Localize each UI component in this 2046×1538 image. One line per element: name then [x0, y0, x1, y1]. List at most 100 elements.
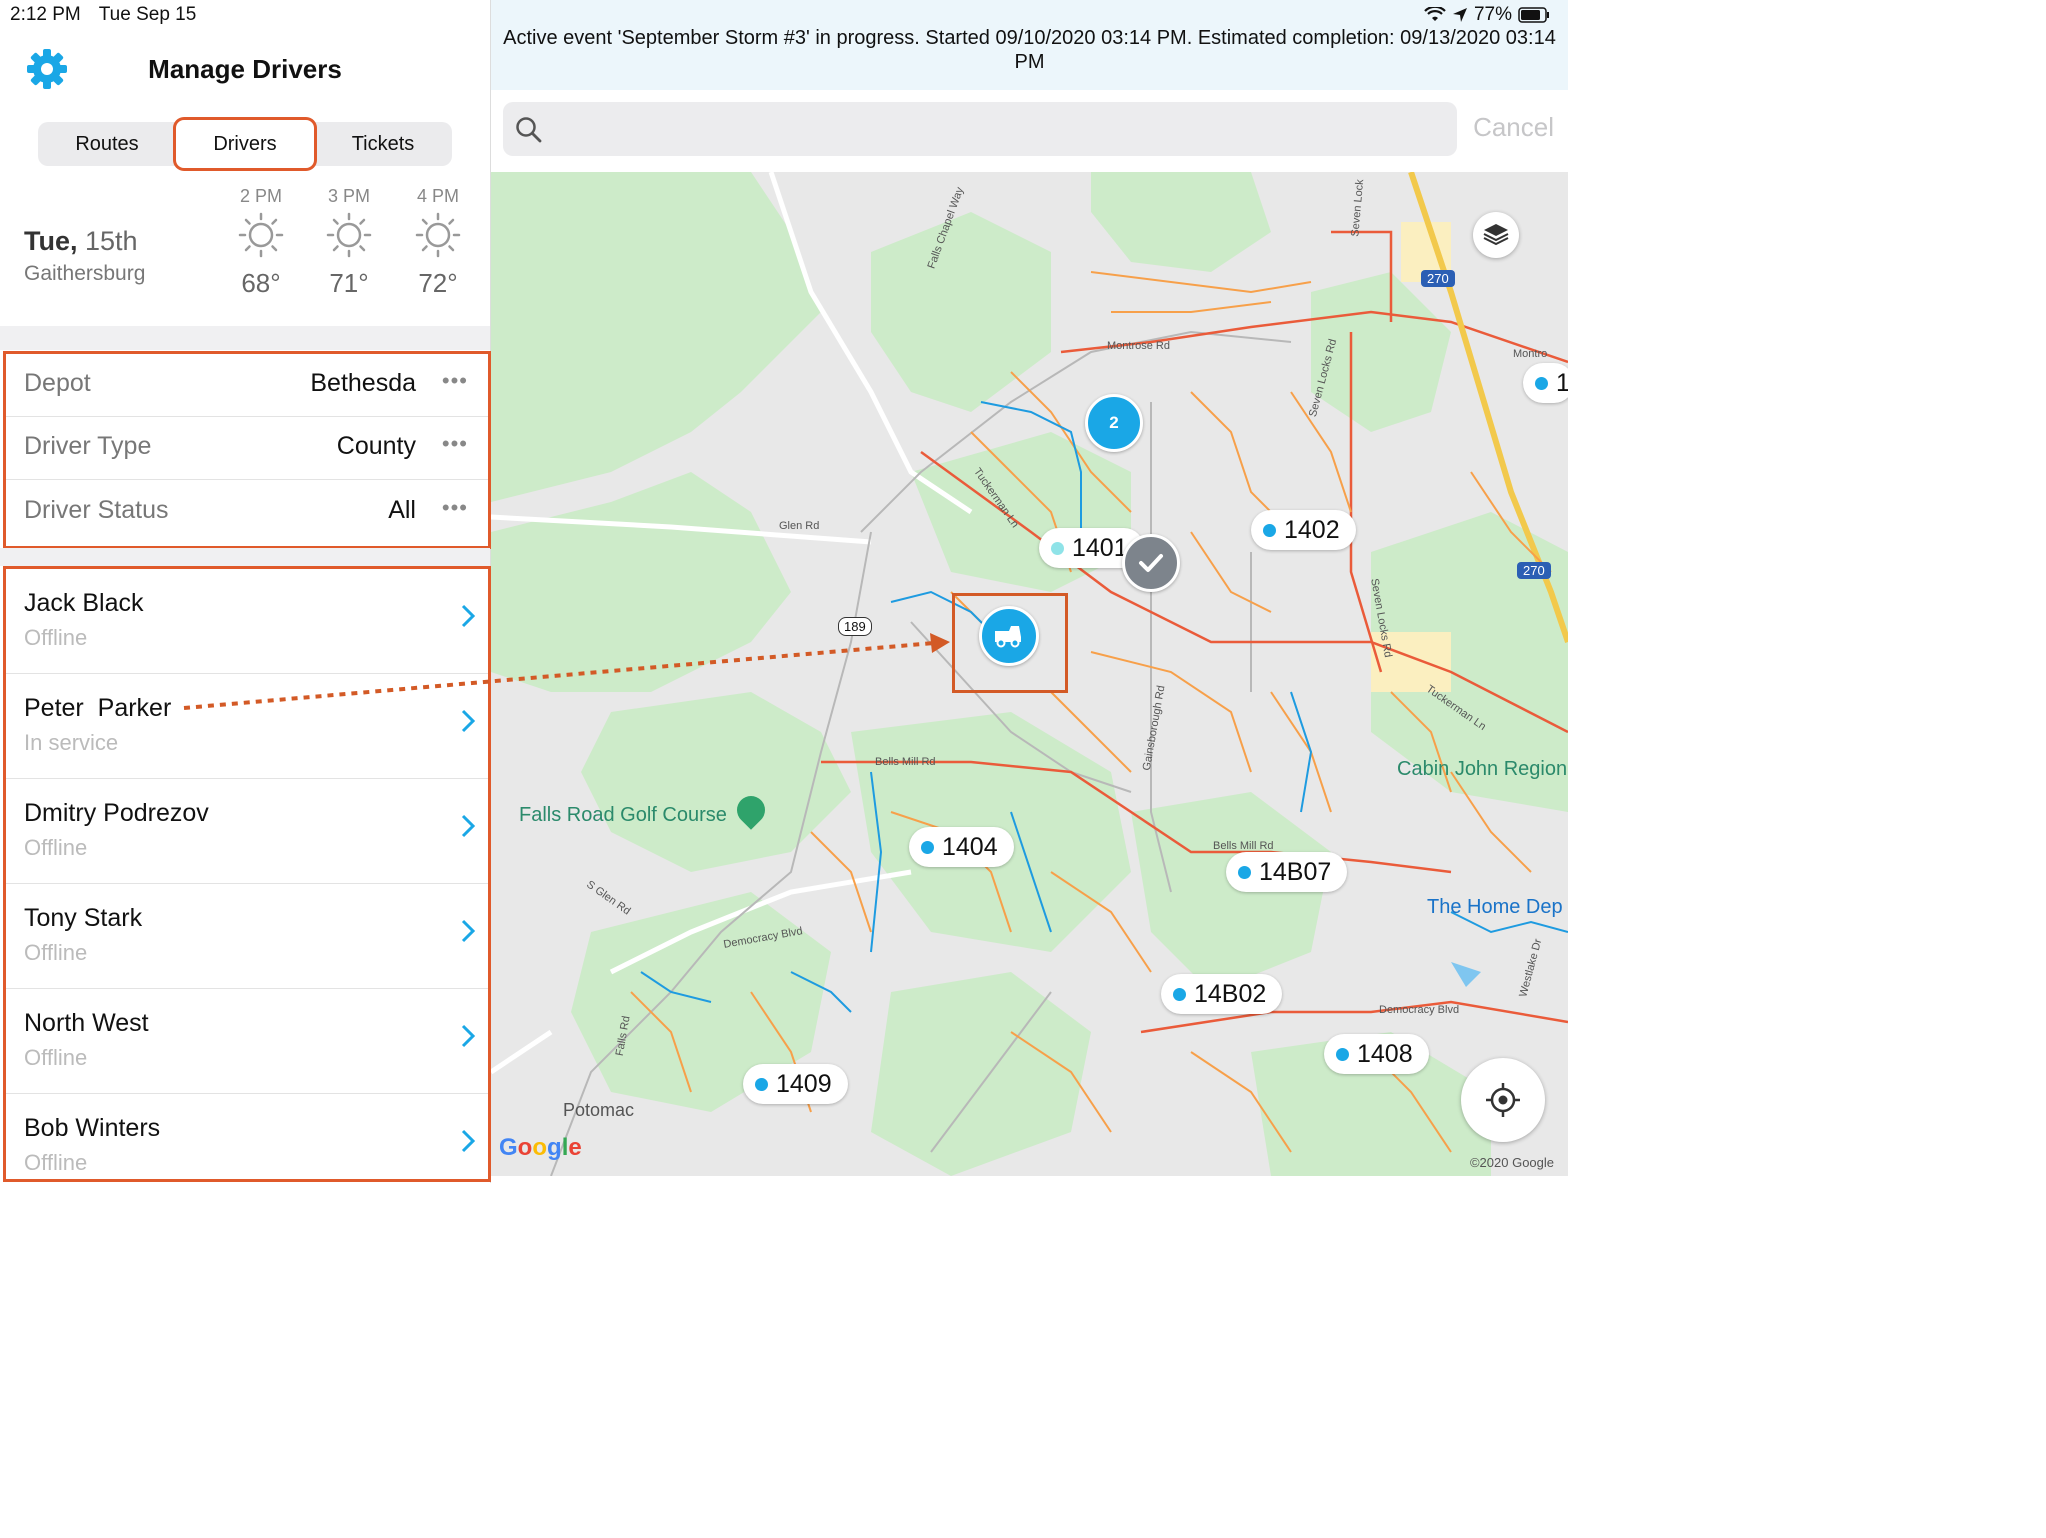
- status-date: Tue Sep 15: [98, 4, 197, 25]
- chevron-right-icon: [461, 709, 476, 733]
- marker-dot: [1263, 523, 1276, 537]
- driver-row[interactable]: Dmitry Podrezov Offline: [6, 779, 488, 884]
- weather-hour: 3 PM 71°: [314, 186, 384, 299]
- driver-row[interactable]: North West Offline: [6, 989, 488, 1094]
- map-marker[interactable]: 1404: [909, 827, 1014, 867]
- chevron-right-icon: [461, 814, 476, 838]
- driver-status: In service: [24, 730, 119, 755]
- interstate-shield: 270: [1517, 562, 1551, 579]
- filter-label: Driver Status: [24, 496, 169, 524]
- map-marker[interactable]: 1409: [743, 1064, 848, 1104]
- tab-tickets[interactable]: Tickets: [314, 122, 452, 166]
- battery-icon: [1518, 7, 1549, 23]
- map-marker[interactable]: 14B02: [1161, 974, 1283, 1014]
- map-marker[interactable]: 14B07: [1226, 852, 1348, 892]
- marker-dot: [755, 1077, 768, 1091]
- location-arrow-icon: [1452, 8, 1467, 22]
- marker-label: 1409: [776, 1069, 832, 1098]
- map-marker-partial[interactable]: 1: [1523, 363, 1568, 403]
- filter-driver-status[interactable]: Driver Status All •••: [6, 481, 488, 543]
- driver-row[interactable]: Peter Parker In service: [6, 674, 488, 779]
- weather-day: Tue,: [24, 226, 78, 256]
- search-icon: [516, 117, 542, 143]
- driver-name: Dmitry Podrezov: [24, 799, 209, 827]
- tab-drivers[interactable]: Drivers: [176, 120, 314, 168]
- map-view[interactable]: Montrose Rd Montro Glen Rd Tuckerman Ln …: [491, 172, 1568, 1176]
- left-panel: 2:12 PM Tue Sep 15 Manage Drivers Routes …: [0, 0, 491, 1183]
- layers-button[interactable]: [1473, 212, 1519, 258]
- filter-driver-type[interactable]: Driver Type County •••: [6, 417, 488, 480]
- status-bar-left: 2:12 PM Tue Sep 15: [10, 4, 214, 26]
- weather-city: Gaithersburg: [24, 262, 146, 285]
- section-divider: [0, 548, 490, 566]
- driver-name: North West: [24, 1009, 149, 1037]
- sun-icon: [326, 212, 372, 258]
- road-label: Glen Rd: [779, 520, 820, 532]
- weather-hour: 2 PM 68°: [226, 186, 296, 299]
- road-label: Montrose Rd: [1107, 340, 1170, 352]
- filter-depot[interactable]: Depot Bethesda •••: [6, 354, 488, 417]
- marker-dot: [1238, 865, 1251, 879]
- weather-hour-time: 4 PM: [416, 186, 459, 206]
- driver-name: Peter Parker: [24, 694, 172, 722]
- route-shield: 189: [838, 617, 872, 636]
- filter-label: Driver Type: [24, 432, 152, 460]
- google-logo: Google: [499, 1134, 582, 1161]
- weather-day-number: 15th: [85, 226, 138, 256]
- marker-label: 14B07: [1259, 857, 1332, 886]
- tab-routes[interactable]: Routes: [38, 122, 176, 166]
- truck-icon[interactable]: [979, 606, 1039, 666]
- filter-value: Bethesda: [310, 369, 416, 397]
- map-copyright: ©2020 Google: [1469, 1155, 1554, 1170]
- weather-hour-temp: 72°: [418, 268, 458, 298]
- chevron-right-icon: [461, 1129, 476, 1153]
- driver-row[interactable]: Tony Stark Offline: [6, 884, 488, 989]
- driver-row[interactable]: Bob Winters Offline: [6, 1094, 488, 1179]
- filter-value: County: [336, 432, 416, 460]
- weather-hour-time: 3 PM: [327, 186, 370, 206]
- weather-date: Tue, 15th: [24, 226, 138, 257]
- crosshair-icon: [1486, 1083, 1520, 1117]
- weather-hour-temp: 68°: [241, 268, 281, 298]
- filter-label: Depot: [24, 369, 91, 397]
- banner-text: Active event 'September Storm #3' in pro…: [503, 27, 1556, 73]
- driver-row[interactable]: Jack Black Offline: [6, 569, 488, 674]
- sun-icon: [415, 212, 461, 258]
- more-icon[interactable]: •••: [442, 368, 468, 394]
- filters-section: Depot Bethesda ••• Driver Type County ••…: [3, 351, 491, 549]
- search-input[interactable]: [503, 102, 1457, 156]
- marker-dot: [921, 840, 934, 854]
- driver-name: Bob Winters: [24, 1114, 161, 1142]
- weather-hour-time: 2 PM: [239, 186, 282, 206]
- marker-dot: [1173, 987, 1186, 1001]
- more-icon[interactable]: •••: [442, 431, 468, 457]
- more-icon[interactable]: •••: [442, 495, 468, 521]
- event-banner: 77% Active event 'September Storm #3' in…: [491, 0, 1568, 90]
- driver-status: Offline: [24, 940, 88, 965]
- marker-dot: [1336, 1047, 1349, 1061]
- weather-hour-temp: 71°: [329, 268, 369, 298]
- chevron-right-icon: [461, 1024, 476, 1048]
- map-marker[interactable]: 1402: [1251, 510, 1356, 550]
- search-bar: Cancel: [491, 90, 1568, 172]
- poi-home-depot[interactable]: The Home Dep: [1427, 896, 1563, 919]
- poi-golf-course[interactable]: Falls Road Golf Course: [519, 804, 727, 827]
- cancel-button[interactable]: Cancel: [1473, 112, 1554, 143]
- page-title: Manage Drivers: [148, 54, 342, 84]
- marker-dot: [1051, 541, 1064, 555]
- road-label: Montro: [1513, 348, 1548, 360]
- marker-cluster[interactable]: 2: [1085, 394, 1143, 452]
- marker-dot: [1535, 376, 1548, 390]
- layers-icon: [1483, 224, 1509, 246]
- marker-label: 14B02: [1194, 979, 1267, 1008]
- poi-cabin-john[interactable]: Cabin John Region: [1397, 758, 1567, 781]
- status-bar-right: 77%: [1424, 4, 1550, 26]
- driver-name: Jack Black: [24, 589, 144, 617]
- check-icon[interactable]: [1122, 534, 1180, 592]
- battery-percent: 77%: [1473, 4, 1512, 25]
- map-marker[interactable]: 1408: [1324, 1034, 1429, 1074]
- place-label: Potomac: [563, 1100, 635, 1120]
- locate-me-button[interactable]: [1461, 1058, 1545, 1142]
- driver-status: Offline: [24, 625, 88, 650]
- tab-segmented-control: Routes Drivers Tickets: [38, 120, 452, 168]
